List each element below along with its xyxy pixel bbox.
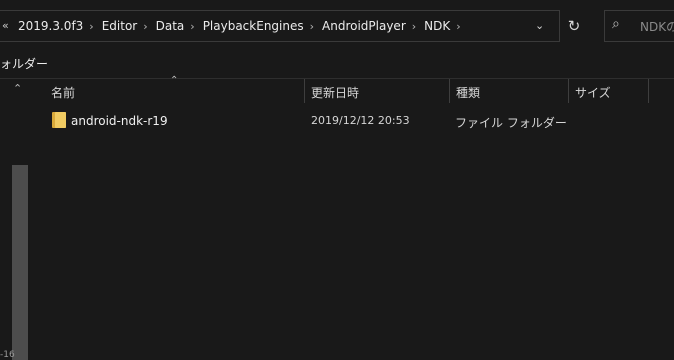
breadcrumb-chevron-icon[interactable]: › [89, 20, 93, 33]
breadcrumb-chevron-icon[interactable]: › [143, 20, 147, 33]
breadcrumb-overflow-icon[interactable]: « [2, 19, 9, 32]
search-placeholder: NDKの検索 [640, 20, 674, 34]
breadcrumb: 2019.3.0f3 › Editor › Data › PlaybackEng… [18, 19, 469, 33]
breadcrumb-chevron-icon[interactable]: › [412, 20, 416, 33]
file-name: android-ndk-r19 [71, 114, 168, 128]
column-header-size[interactable]: サイズ [575, 84, 611, 101]
sort-ascending-icon: ⌃ [170, 75, 179, 86]
column-header-modified[interactable]: 更新日時 [311, 84, 359, 101]
nav-item-fragment: -16 [0, 350, 15, 360]
breadcrumb-item[interactable]: NDK [424, 19, 450, 33]
breadcrumb-chevron-icon[interactable]: › [190, 20, 194, 33]
column-header-type[interactable]: 種類 [456, 84, 480, 101]
folder-icon [52, 112, 66, 128]
breadcrumb-item[interactable]: PlaybackEngines [203, 19, 304, 33]
file-modified: 2019/12/12 20:53 [311, 114, 410, 127]
breadcrumb-item[interactable]: Data [156, 19, 185, 33]
list-item[interactable]: android-ndk-r19 2019/12/12 20:53 ファイル フォ… [50, 111, 650, 131]
search-icon: ⌕ [612, 16, 620, 32]
breadcrumb-item[interactable]: 2019.3.0f3 [18, 19, 83, 33]
column-divider[interactable] [304, 79, 305, 103]
refresh-icon[interactable]: ↻ [563, 15, 585, 37]
column-divider[interactable] [449, 79, 450, 103]
nav-folder-label[interactable]: ォルダー [0, 55, 48, 72]
column-header-name[interactable]: 名前 [51, 84, 75, 101]
breadcrumb-chevron-icon[interactable]: › [456, 20, 460, 33]
address-history-dropdown-icon[interactable]: ⌄ [535, 19, 544, 32]
breadcrumb-item[interactable]: Editor [102, 19, 138, 33]
nav-scrollbar-thumb[interactable] [12, 165, 28, 360]
breadcrumb-item[interactable]: AndroidPlayer [322, 19, 406, 33]
address-bar[interactable]: « 2019.3.0f3 › Editor › Data › PlaybackE… [0, 10, 560, 42]
column-divider[interactable] [648, 79, 649, 103]
divider [0, 78, 674, 79]
column-divider[interactable] [568, 79, 569, 103]
file-type: ファイル フォルダー [455, 116, 567, 130]
nav-scroll-up-icon[interactable]: ⌃ [13, 82, 22, 95]
breadcrumb-chevron-icon[interactable]: › [310, 20, 314, 33]
